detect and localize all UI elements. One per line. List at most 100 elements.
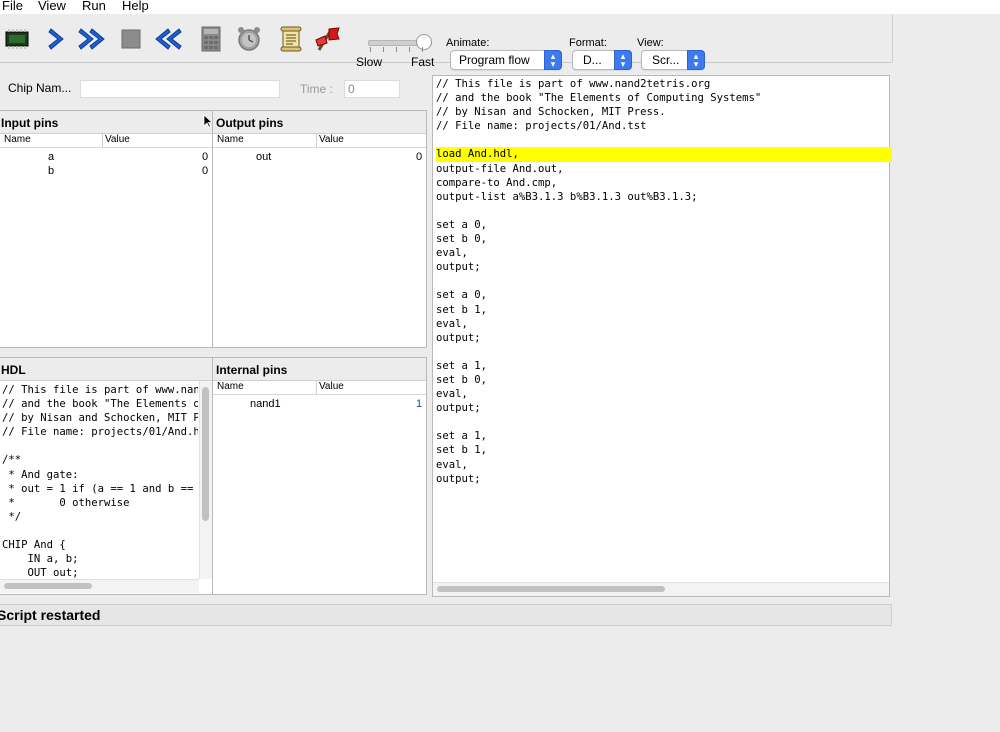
column-name[interactable]: Name <box>217 134 244 145</box>
code-line[interactable]: output-file And.out, <box>436 162 892 176</box>
script-code[interactable]: // This file is part of www.nand2tetris.… <box>433 77 892 579</box>
toolbar-divider <box>892 14 893 62</box>
code-line[interactable]: * out = 1 if (a == 1 and b == 1 <box>2 482 198 496</box>
code-line[interactable]: set b 1, <box>436 303 892 317</box>
code-line[interactable] <box>436 274 892 288</box>
code-line[interactable]: eval, <box>436 246 892 260</box>
fast-forward-icon[interactable] <box>78 24 108 54</box>
status-bar: Script restarted <box>0 604 892 626</box>
slider-tick <box>396 47 397 52</box>
column-value[interactable]: Value <box>102 134 211 147</box>
time-field[interactable]: 0 <box>344 80 400 98</box>
code-line[interactable]: // by Nisan and Schocken, MIT Pr <box>2 411 198 425</box>
hdl-scroll-thumb[interactable] <box>202 387 209 521</box>
animate-select[interactable]: Program flow ▴ ▾ <box>450 50 562 70</box>
code-line[interactable]: // and the book "The Elements of Computi… <box>436 91 892 105</box>
column-value[interactable]: Value <box>316 381 425 394</box>
code-line[interactable]: eval, <box>436 387 892 401</box>
hdl-vertical-scrollbar[interactable] <box>199 381 212 579</box>
script-horizontal-scrollbar[interactable] <box>433 582 889 596</box>
pin-value[interactable]: 0 <box>202 165 208 177</box>
code-line[interactable]: set b 1, <box>436 443 892 457</box>
input-pins-title: Input pins <box>1 116 59 130</box>
code-line[interactable]: set b 0, <box>436 373 892 387</box>
code-line[interactable]: compare-to And.cmp, <box>436 176 892 190</box>
chip-icon[interactable] <box>2 24 32 54</box>
menu-view[interactable]: View <box>38 0 66 13</box>
code-line[interactable]: eval, <box>436 458 892 472</box>
view-label: View: <box>637 37 664 49</box>
code-line[interactable]: output; <box>436 472 892 486</box>
view-select[interactable]: Scr... ▴ ▾ <box>641 50 705 70</box>
code-line[interactable]: * 0 otherwise <box>2 496 198 510</box>
code-line[interactable]: output-list a%B3.1.3 b%B3.1.3 out%B3.1.3… <box>436 190 892 204</box>
output-pins-header: Output pins <box>213 111 426 134</box>
code-line[interactable] <box>436 133 892 147</box>
code-line[interactable]: set b 0, <box>436 232 892 246</box>
slider-tick <box>409 47 410 52</box>
speed-slider-knob[interactable] <box>416 34 432 50</box>
menu-file[interactable]: File <box>2 0 23 13</box>
chip-name-field[interactable] <box>80 80 280 98</box>
column-name[interactable]: Name <box>217 381 244 392</box>
pin-value[interactable]: 0 <box>416 151 422 163</box>
hdl-hscroll-thumb[interactable] <box>4 583 92 589</box>
internal-pins-title: Internal pins <box>216 363 288 377</box>
menu-bar: File View Run Help <box>0 0 1000 14</box>
alarm-clock-icon[interactable] <box>234 24 264 54</box>
column-name[interactable]: Name <box>4 134 31 145</box>
code-line[interactable]: // This file is part of www.nand2tetris.… <box>436 77 892 91</box>
internal-pins-header: Internal pins <box>213 358 426 381</box>
code-line[interactable] <box>2 439 198 453</box>
slider-tick <box>383 47 384 52</box>
menu-run[interactable]: Run <box>82 0 106 13</box>
mouse-cursor-icon <box>203 114 212 128</box>
time-label: Time : <box>300 82 333 96</box>
format-select[interactable]: D... ▴ ▾ <box>572 50 632 70</box>
code-line[interactable]: // This file is part of www.nand <box>2 383 198 397</box>
menu-help[interactable]: Help <box>122 0 149 13</box>
code-line[interactable]: // File name: projects/01/And.tst <box>436 119 892 133</box>
calculator-icon[interactable] <box>196 24 226 54</box>
hdl-title: HDL <box>1 363 26 377</box>
status-message: Script restarted <box>0 607 101 623</box>
code-line[interactable]: IN a, b; <box>2 552 198 566</box>
code-line[interactable]: set a 0, <box>436 218 892 232</box>
chip-name-label: Chip Nam... <box>8 81 72 95</box>
code-line[interactable]: // by Nisan and Schocken, MIT Press. <box>436 105 892 119</box>
code-line[interactable]: output; <box>436 401 892 415</box>
hdl-code[interactable]: // This file is part of www.nand// and t… <box>2 383 198 579</box>
stop-icon[interactable] <box>116 24 146 54</box>
script-scroll-icon[interactable] <box>276 24 306 54</box>
hdl-horizontal-scrollbar[interactable] <box>0 579 199 593</box>
column-value[interactable]: Value <box>316 134 425 147</box>
code-line[interactable]: eval, <box>436 317 892 331</box>
code-line[interactable]: * And gate: <box>2 468 198 482</box>
code-line[interactable]: CHIP And { <box>2 538 198 552</box>
code-line[interactable]: /** <box>2 453 198 467</box>
code-line[interactable]: set a 0, <box>436 288 892 302</box>
animate-label: Animate: <box>446 37 490 49</box>
code-line[interactable]: OUT out; <box>2 566 198 579</box>
input-pins-panel: Input pins Name Value a 0 b 0 <box>0 110 213 348</box>
hdl-header: HDL <box>0 358 212 381</box>
code-line[interactable]: load And.hdl, <box>436 147 892 162</box>
script-hscroll-thumb[interactable] <box>437 586 665 592</box>
code-line[interactable]: // and the book "The Elements of <box>2 397 198 411</box>
code-line[interactable] <box>2 524 198 538</box>
code-line[interactable] <box>436 204 892 218</box>
single-step-icon[interactable] <box>42 24 72 54</box>
code-line[interactable] <box>436 345 892 359</box>
code-line[interactable]: set a 1, <box>436 359 892 373</box>
breakpoint-flag-icon[interactable] <box>312 24 342 54</box>
code-line[interactable]: // File name: projects/01/And.hd <box>2 425 198 439</box>
pin-value[interactable]: 0 <box>202 151 208 163</box>
output-pins-title: Output pins <box>216 116 284 130</box>
code-line[interactable]: output; <box>436 260 892 274</box>
code-line[interactable]: output; <box>436 331 892 345</box>
code-line[interactable] <box>436 415 892 429</box>
code-line[interactable]: set a 1, <box>436 429 892 443</box>
pin-name: out <box>256 151 272 163</box>
rewind-icon[interactable] <box>152 24 182 54</box>
code-line[interactable]: */ <box>2 510 198 524</box>
